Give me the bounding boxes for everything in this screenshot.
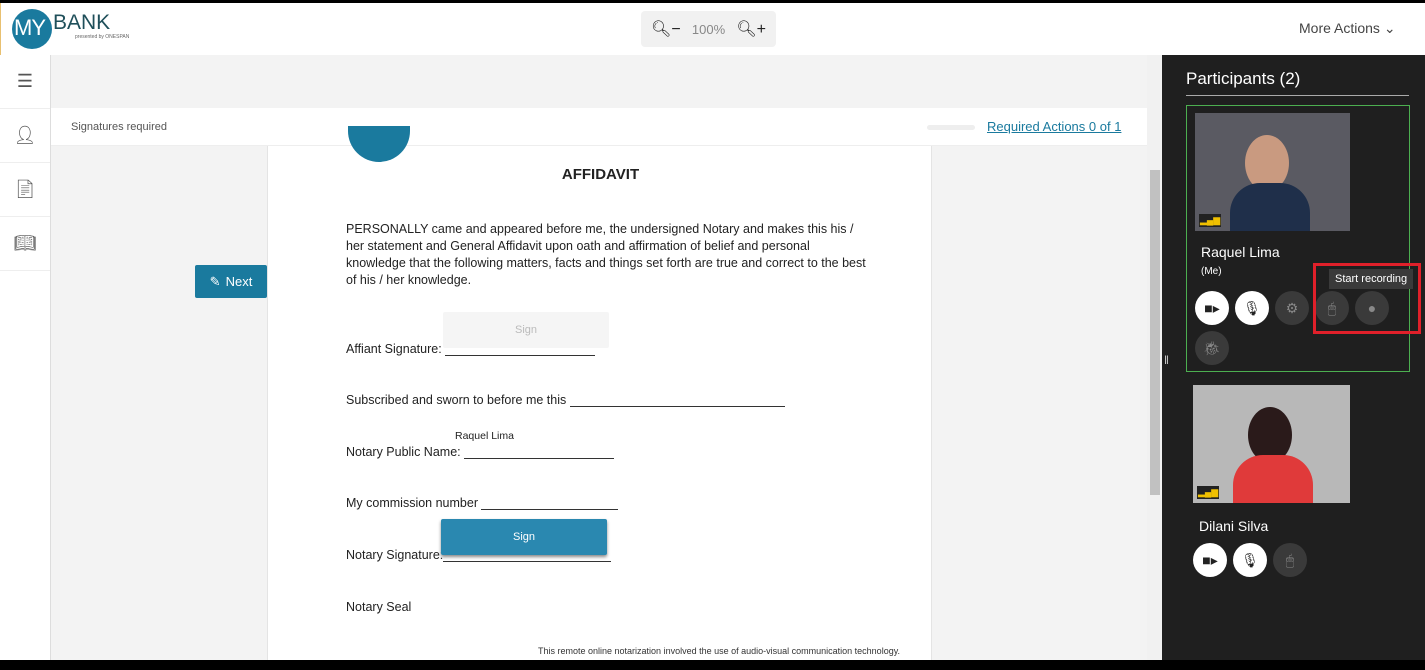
notary-sign-button[interactable]: Sign <box>441 519 607 555</box>
progress-bar <box>927 125 975 130</box>
mouse-icon[interactable]: 🖱︎ <box>1273 543 1307 577</box>
participant-video: ▂▄▆ <box>1195 113 1350 231</box>
subscribed-line: Subscribed and sworn to before me this <box>346 393 785 407</box>
menu-icon[interactable]: ☰ <box>0 55 50 109</box>
participant-name: Raquel Lima <box>1201 244 1280 260</box>
participant-tag: (Me) <box>1201 266 1222 277</box>
participant-name: Dilani Silva <box>1199 518 1269 534</box>
book-icon[interactable]: 📖︎ <box>0 217 50 271</box>
scrollbar-thumb[interactable] <box>1150 170 1160 495</box>
required-actions-link[interactable]: Required Actions 0 of 1 <box>987 119 1121 134</box>
signal-icon: ▂▄▆ <box>1197 486 1220 499</box>
next-button[interactable]: ✎ Next <box>195 265 267 298</box>
header: MY BANK presented by ONESPAN 🔍︎− 100% 🔍︎… <box>0 3 1425 55</box>
status-bar: Signatures required Required Actions 0 o… <box>51 108 1147 146</box>
settings-icon[interactable]: ⚙ <box>1275 291 1309 325</box>
affiant-signature-line: Affiant Signature: <box>346 342 596 356</box>
document-page: AFFIDAVIT PERSONALLY came and appeared b… <box>267 126 932 660</box>
document-footer: This remote online notarization involved… <box>538 646 901 656</box>
scrollbar[interactable] <box>1147 55 1162 660</box>
chevron-down-icon: ⌄ <box>1383 20 1396 36</box>
participant-card: ▂▄▆ Dilani Silva ■▸ 🎙︎ 🖱︎ <box>1186 380 1410 580</box>
user-sign-icon[interactable]: 👤︎ <box>0 109 50 163</box>
highlight-box <box>1313 263 1421 334</box>
more-actions-button[interactable]: More Actions ⌄ <box>1299 20 1396 37</box>
bug-icon[interactable]: 🐞︎ <box>1195 331 1229 365</box>
signal-icon: ▂▄▆ <box>1199 214 1222 227</box>
document-icon[interactable]: 📄︎ <box>0 163 50 217</box>
zoom-control: 🔍︎− 100% 🔍︎+ <box>641 11 776 47</box>
camera-icon[interactable]: ■▸ <box>1193 543 1227 577</box>
participants-panel: ‖ Participants (2) ▂▄▆ Raquel Lima (Me) … <box>1162 55 1425 660</box>
microphone-icon[interactable]: 🎙︎ <box>1235 291 1269 325</box>
notary-seal: Notary Seal <box>346 600 412 614</box>
zoom-out-icon[interactable]: 🔍︎− <box>651 19 681 39</box>
document-title: AFFIDAVIT <box>561 166 640 183</box>
participants-title: Participants (2) <box>1186 69 1409 96</box>
participant-card: ▂▄▆ Raquel Lima (Me) ■▸ 🎙︎ ⚙ 🖱︎ ● 🐞︎ Sta… <box>1186 105 1421 372</box>
notary-name-line: Notary Public Name: <box>346 445 615 459</box>
document-body: PERSONALLY came and appeared before me, … <box>346 222 866 287</box>
microphone-icon[interactable]: 🎙︎ <box>1233 543 1267 577</box>
document-logo <box>348 126 410 162</box>
bottom-bar <box>0 660 1425 670</box>
participant-video: ▂▄▆ <box>1193 385 1350 503</box>
sidebar: ☰ 👤︎ 📄︎ 📖︎ <box>0 55 51 660</box>
zoom-level: 100% <box>691 21 726 37</box>
camera-icon[interactable]: ■▸ <box>1195 291 1229 325</box>
notary-name-value: Raquel Lima <box>455 430 514 442</box>
zoom-in-icon[interactable]: 🔍︎+ <box>736 19 766 39</box>
pencil-icon: ✎ <box>209 273 221 289</box>
resize-handle[interactable]: ‖ <box>1164 353 1169 367</box>
commission-line: My commission number <box>346 496 619 510</box>
signatures-status: Signatures required <box>71 121 168 133</box>
document-viewer: Signatures required Required Actions 0 o… <box>51 55 1147 660</box>
